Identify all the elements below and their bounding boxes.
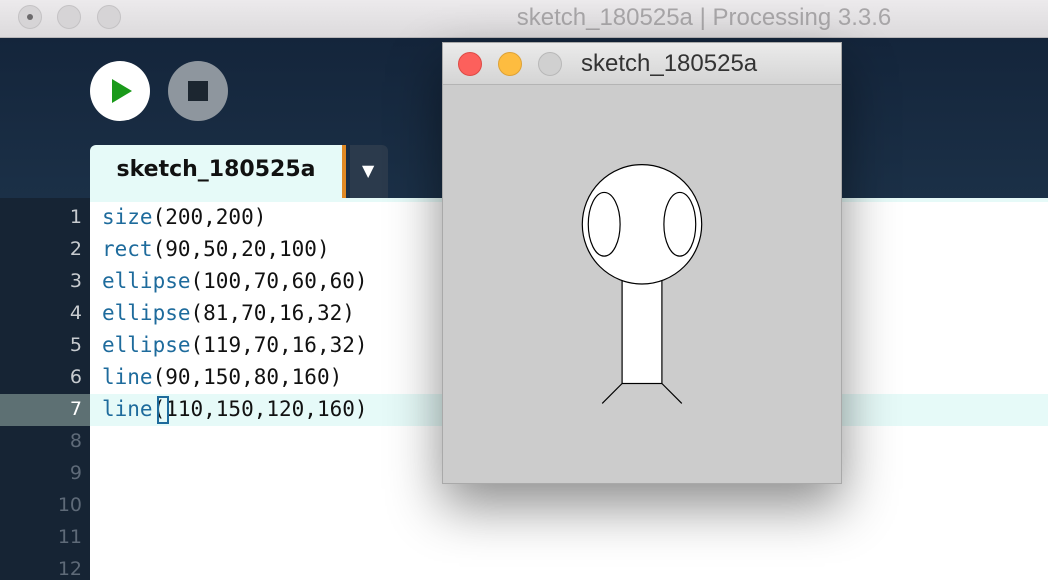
code-keyword: ellipse: [102, 269, 191, 293]
sketch-close-button[interactable]: [458, 52, 482, 76]
left-eye-ellipse: [587, 191, 621, 257]
line-number: 10: [57, 494, 82, 516]
line-number: 8: [69, 430, 82, 452]
line-number: 12: [57, 558, 82, 580]
code-line[interactable]: 10: [0, 490, 1048, 522]
line-number: 4: [69, 302, 82, 324]
code-arguments: (119,70,16,32): [190, 333, 368, 357]
code-text: line(110,150,120,160): [102, 397, 368, 421]
right-eye-ellipse: [663, 191, 697, 257]
code-keyword: rect: [102, 237, 153, 261]
code-text: ellipse(119,70,16,32): [102, 333, 368, 357]
line-number: 1: [69, 206, 82, 228]
sketch-window-title: sketch_180525a: [581, 50, 758, 77]
code-line[interactable]: 11: [0, 522, 1048, 554]
right-leg-line: [661, 383, 683, 404]
code-keyword: line: [102, 397, 153, 421]
code-text: ellipse(81,70,16,32): [102, 301, 355, 325]
line-number: 7: [69, 398, 82, 420]
code-text: ellipse(100,70,60,60): [102, 269, 368, 293]
line-number: 11: [57, 526, 82, 548]
line-number: 3: [69, 270, 82, 292]
sketch-zoom-button[interactable]: [538, 52, 562, 76]
code-arguments: (110,150,120,160): [152, 397, 368, 421]
line-number: 2: [69, 238, 82, 260]
play-icon: [112, 79, 132, 103]
stop-icon: [188, 81, 208, 101]
run-button[interactable]: [90, 61, 150, 121]
tab-sketch[interactable]: sketch_180525a: [90, 145, 346, 199]
code-keyword: ellipse: [102, 301, 191, 325]
tab-label: sketch_180525a: [116, 157, 316, 182]
text-cursor: [157, 396, 169, 424]
code-arguments: (81,70,16,32): [190, 301, 355, 325]
line-number: 6: [69, 366, 82, 388]
sketch-canvas: [581, 164, 703, 404]
left-leg-line: [601, 383, 623, 404]
code-keyword: line: [102, 365, 153, 389]
ide-titlebar: sketch_180525a | Processing 3.3.6: [0, 0, 1048, 38]
code-text: line(90,150,80,160): [102, 365, 342, 389]
code-arguments: (200,200): [152, 205, 267, 229]
code-keyword: size: [102, 205, 153, 229]
code-arguments: (90,150,80,160): [152, 365, 343, 389]
line-number: 9: [69, 462, 82, 484]
code-text: size(200,200): [102, 205, 266, 229]
code-line[interactable]: 12: [0, 554, 1048, 580]
code-text: rect(90,50,20,100): [102, 237, 330, 261]
code-arguments: (100,70,60,60): [190, 269, 368, 293]
stop-button[interactable]: [168, 61, 228, 121]
sketch-titlebar: sketch_180525a: [443, 43, 841, 85]
tab-menu-button[interactable]: ▼: [350, 145, 388, 199]
sketch-minimize-button[interactable]: [498, 52, 522, 76]
code-arguments: (90,50,20,100): [152, 237, 330, 261]
code-keyword: ellipse: [102, 333, 191, 357]
sketch-window: sketch_180525a: [442, 42, 842, 484]
chevron-down-icon: ▼: [362, 161, 375, 180]
ide-window-title: sketch_180525a | Processing 3.3.6: [516, 4, 892, 31]
line-number: 5: [69, 334, 82, 356]
